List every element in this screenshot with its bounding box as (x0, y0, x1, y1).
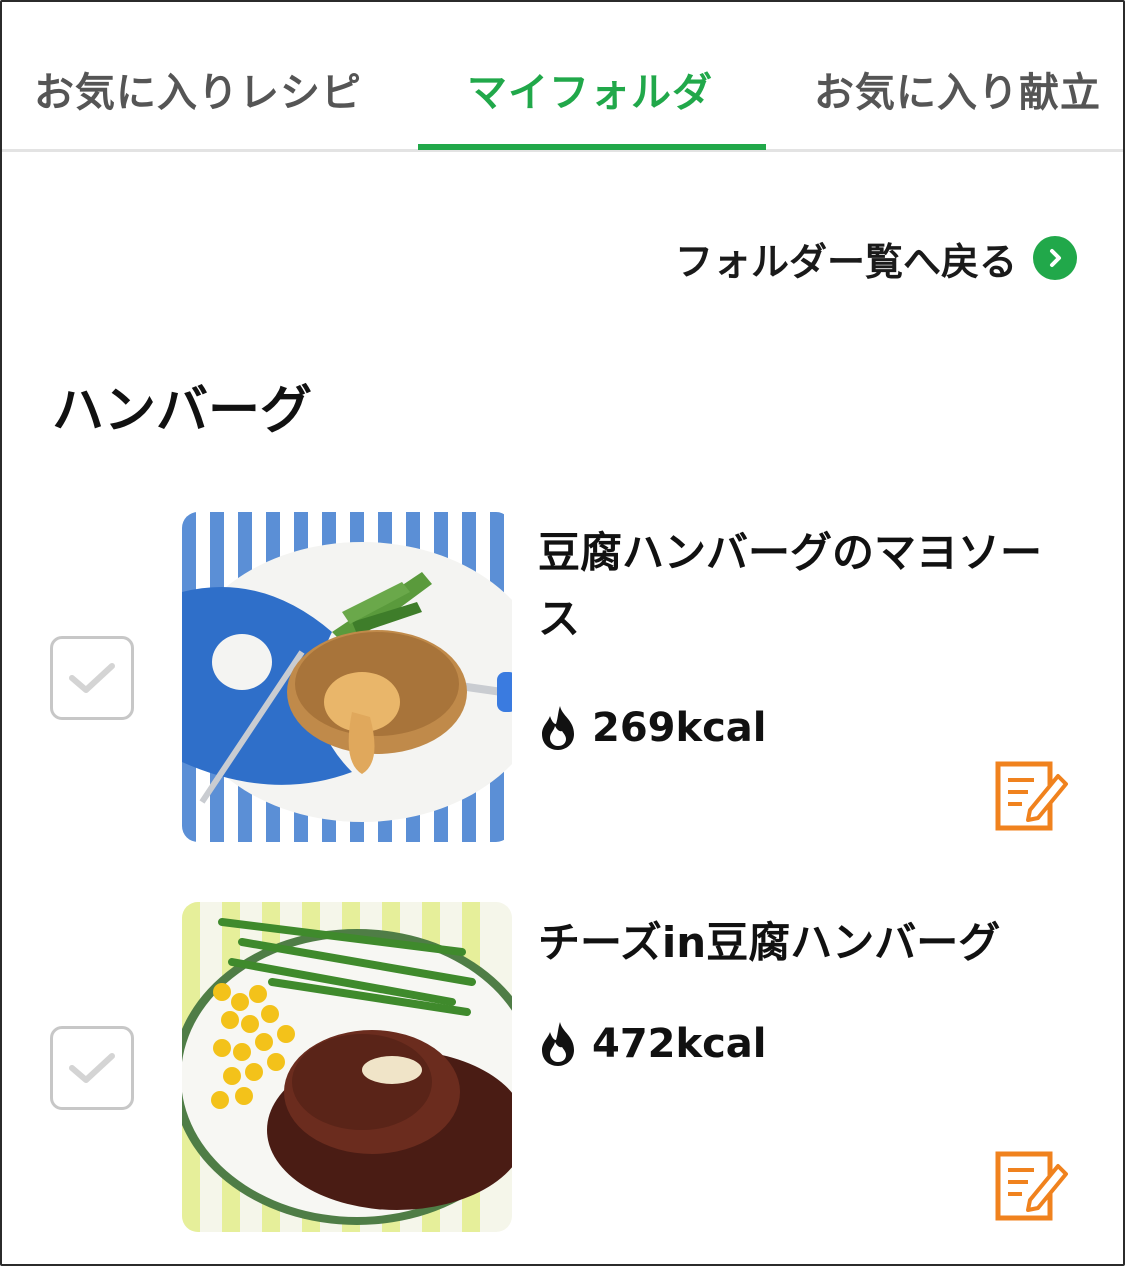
recipe-list-item: チーズin豆腐ハンバーグ 472kcal (2, 902, 1123, 1232)
checkmark-icon (69, 1053, 115, 1083)
recipe-select-checkbox[interactable] (50, 1026, 134, 1110)
recipe-thumbnail[interactable] (182, 512, 512, 842)
back-link-label: フォルダー覧へ戻る (674, 239, 1017, 284)
recipe-title[interactable]: 豆腐ハンバーグのマヨソース (538, 520, 1078, 652)
calories-value: 269kcal (592, 705, 767, 751)
folder-title: ハンバーグ (52, 381, 313, 441)
recipe-thumbnail[interactable] (182, 902, 512, 1232)
recipe-calories: 472kcal (538, 1016, 767, 1072)
tab-my-folder[interactable]: マイフォルダ (467, 60, 713, 120)
flame-icon (542, 1022, 574, 1066)
chevron-right-circle-icon (1033, 236, 1077, 280)
memo-edit-icon[interactable] (992, 756, 1072, 836)
checkmark-icon (69, 663, 115, 693)
tab-favorite-recipes[interactable]: お気に入りレシピ (34, 60, 362, 120)
recipe-select-checkbox[interactable] (50, 636, 134, 720)
back-to-folder-list-link[interactable]: フォルダー覧へ戻る (675, 230, 1077, 286)
tab-bar: お気に入りレシピ マイフォルダ お気に入り献立 (2, 2, 1123, 152)
calories-value: 472kcal (592, 1021, 767, 1067)
tab-favorite-menus[interactable]: お気に入り献立 (814, 60, 1101, 120)
recipe-calories: 269kcal (538, 700, 767, 756)
recipe-title[interactable]: チーズin豆腐ハンバーグ (538, 910, 1078, 976)
app-frame: お気に入りレシピ マイフォルダ お気に入り献立 フォルダー覧へ戻る ハンバーグ (0, 0, 1125, 1266)
memo-edit-icon[interactable] (992, 1146, 1072, 1226)
active-tab-indicator (418, 144, 766, 150)
flame-icon (542, 706, 574, 750)
recipe-list-item: 豆腐ハンバーグのマヨソース 269kcal (2, 512, 1123, 842)
